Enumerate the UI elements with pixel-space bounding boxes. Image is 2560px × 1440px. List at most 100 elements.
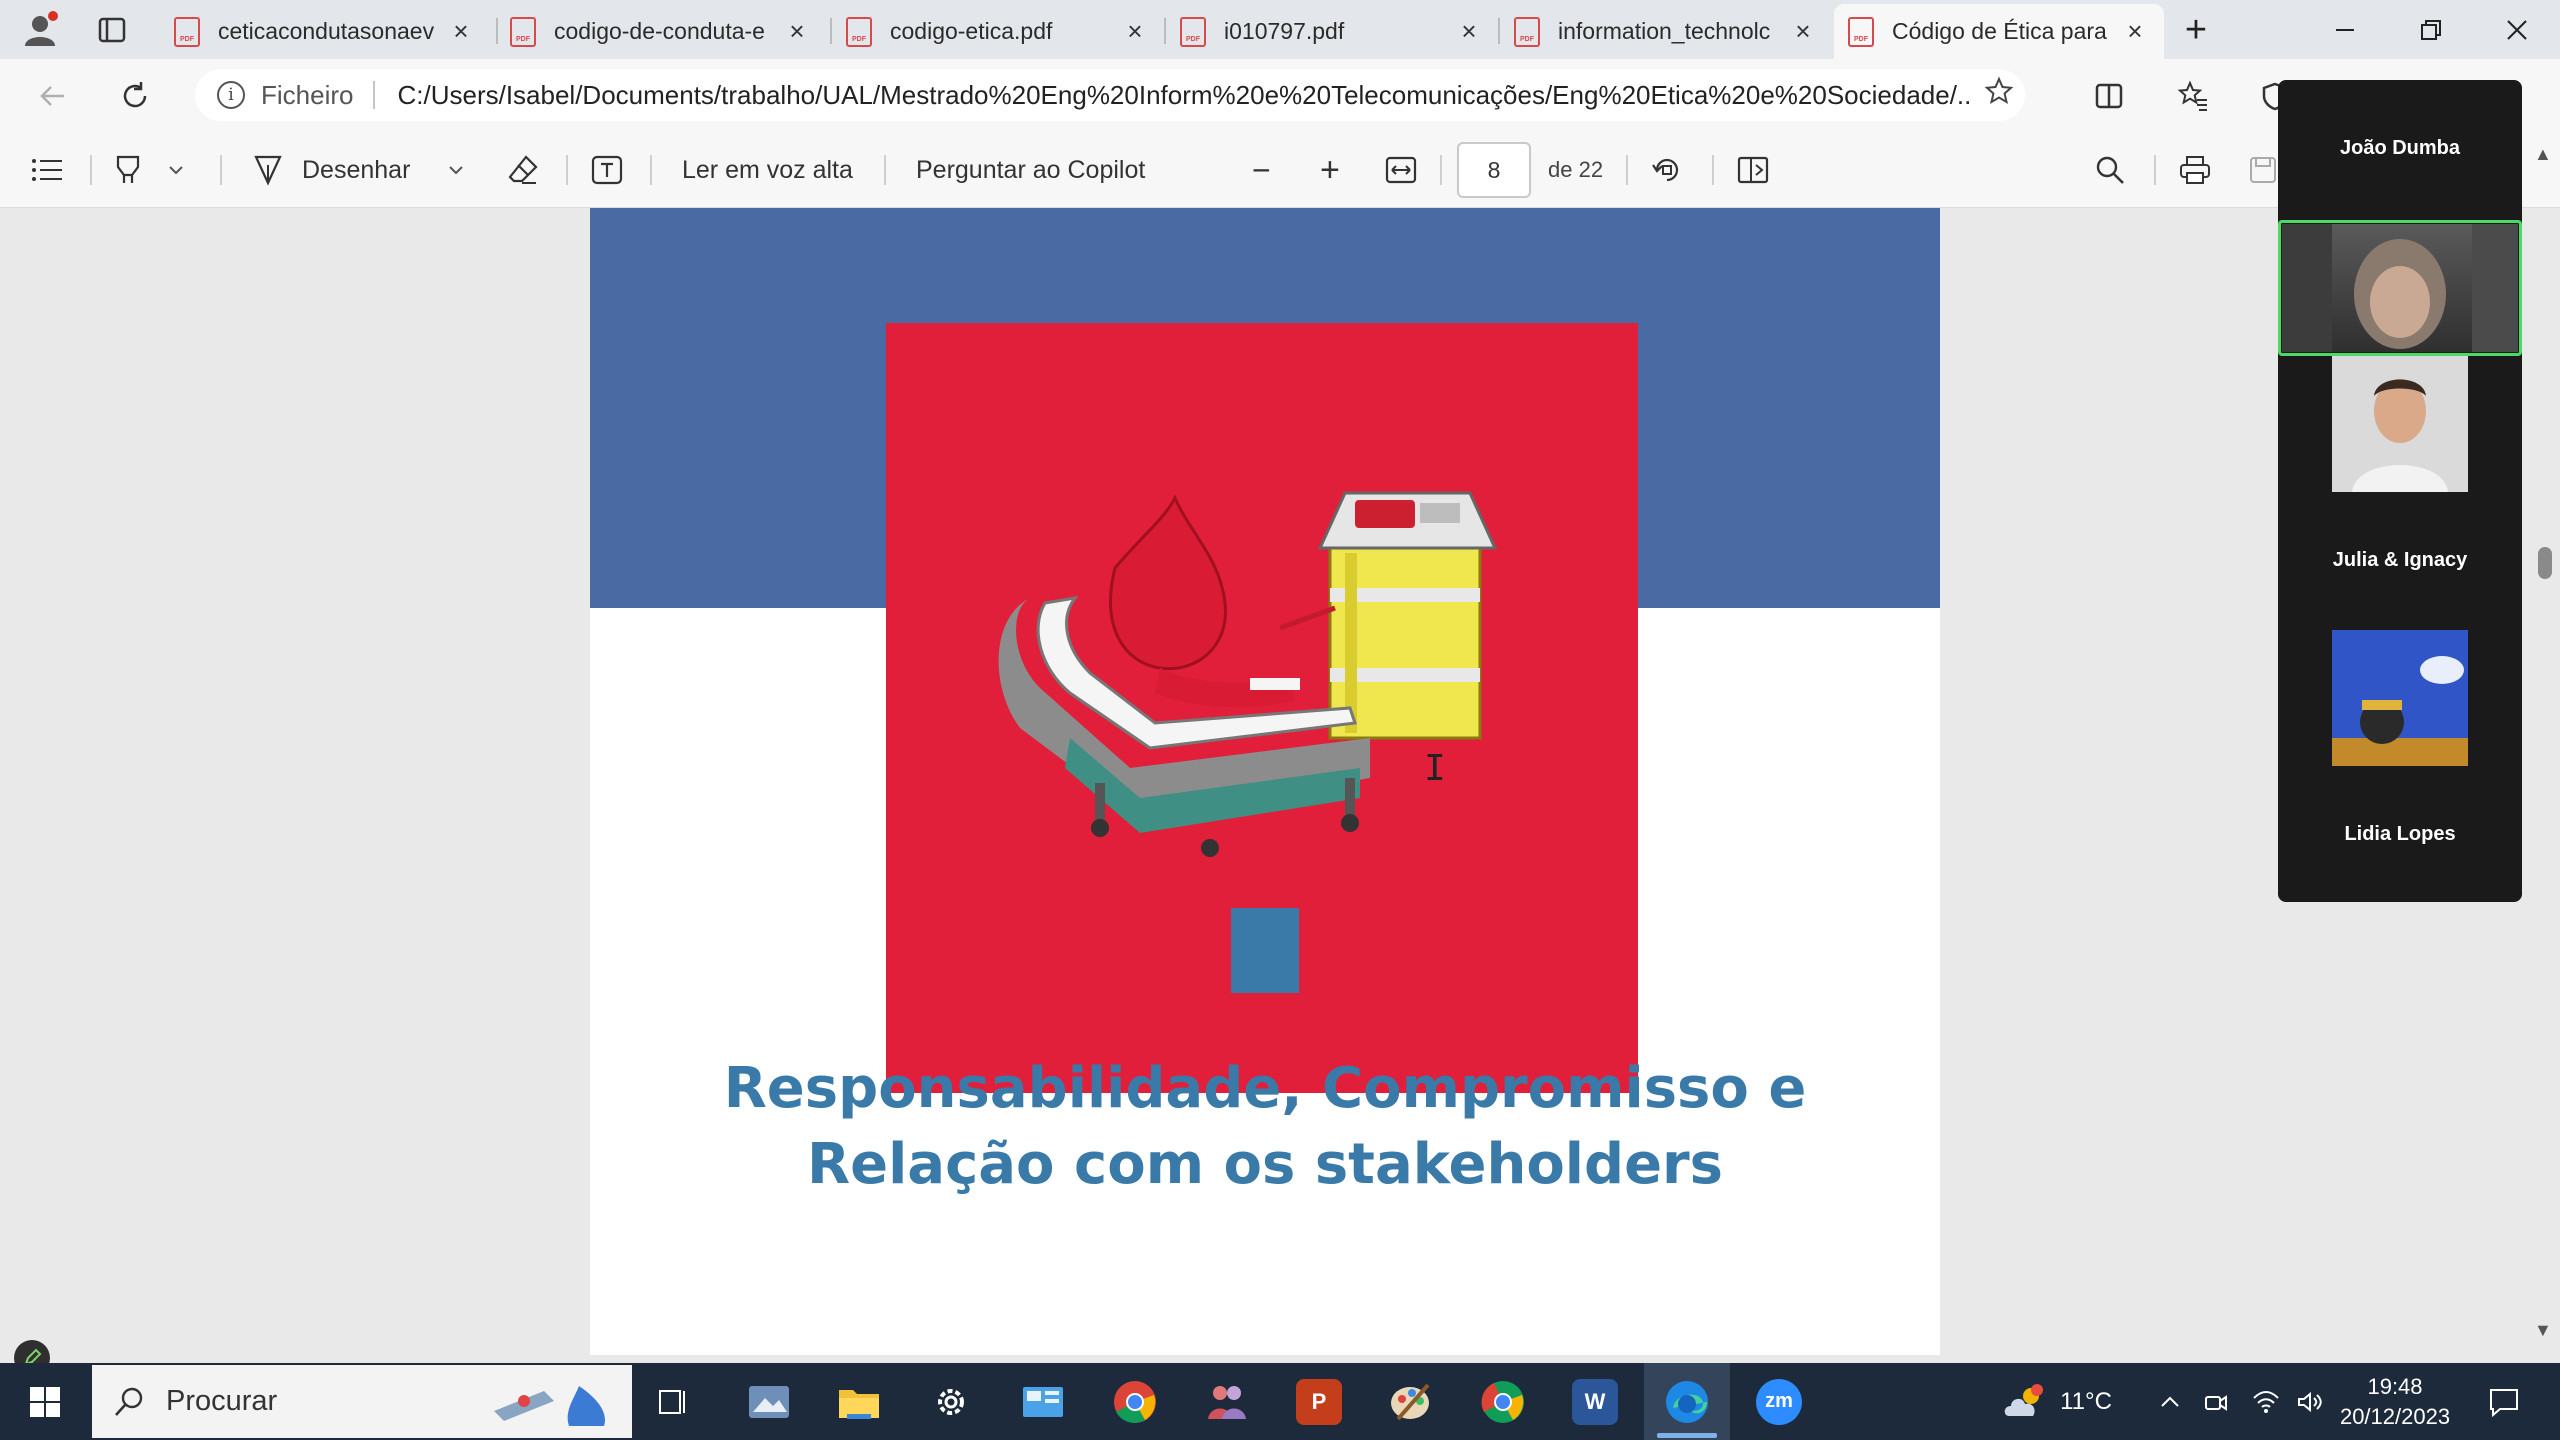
tab-title: codigo-de-conduta-e <box>554 18 765 44</box>
scrollbar-thumb[interactable] <box>2538 547 2552 579</box>
address-bar[interactable]: i Ficheiro C:/Users/Isabel/Documents/tra… <box>195 69 2025 121</box>
scroll-up-icon[interactable]: ▲ <box>2534 144 2552 165</box>
settings-gear-icon[interactable] <box>908 1363 994 1440</box>
minimize-button[interactable] <box>2302 0 2388 59</box>
draw-options-chevron-icon[interactable] <box>446 132 466 208</box>
find-icon[interactable] <box>2094 132 2126 208</box>
temperature-label[interactable]: 11°C <box>2056 1363 2116 1440</box>
volume-icon[interactable] <box>2290 1363 2330 1440</box>
heading-line-2: Relação com os stakeholders <box>806 1132 1723 1197</box>
toolbar-divider <box>1712 155 1714 185</box>
restore-button[interactable] <box>2388 0 2474 59</box>
paint-icon[interactable] <box>1368 1363 1454 1440</box>
participant-tile[interactable]: João Dumba <box>2278 80 2522 216</box>
participant-tile-active-speaker[interactable] <box>2278 220 2522 356</box>
save-icon[interactable] <box>2248 132 2278 208</box>
clock[interactable]: 19:48 20/12/2023 <box>2340 1363 2450 1440</box>
fit-to-width-icon[interactable] <box>1384 132 1418 208</box>
print-icon[interactable] <box>2178 132 2212 208</box>
weather-icon[interactable] <box>1990 1363 2062 1440</box>
taskbar: Procurar P W zm 11°C 19:48 20/12/2023 <box>0 1363 2560 1440</box>
vertical-scrollbar[interactable]: ▲ ▼ <box>2528 132 2560 1363</box>
close-tab-icon[interactable]: × <box>1454 16 1484 47</box>
people-app-icon[interactable] <box>1184 1363 1270 1440</box>
zoom-letters: zm <box>1756 1378 1802 1425</box>
tab-information-technology[interactable]: PDF information_technolc × <box>1500 4 1832 59</box>
page-view-icon[interactable] <box>1736 132 1770 208</box>
close-tab-icon[interactable]: × <box>2120 16 2150 47</box>
zoom-in-button[interactable]: + <box>1320 132 1340 208</box>
page-number-input[interactable]: 8 <box>1457 142 1531 198</box>
draw-label: Desenhar <box>302 155 411 184</box>
task-view-button[interactable] <box>630 1363 716 1440</box>
start-button[interactable] <box>0 1363 90 1440</box>
table-of-contents-icon[interactable] <box>30 132 64 208</box>
active-app-indicator <box>1657 1433 1717 1438</box>
pdf-viewer[interactable]: Responsabilidade, Compromisso e Relação … <box>0 208 2560 1363</box>
highlight-options-chevron-icon[interactable] <box>166 132 186 208</box>
edge-icon[interactable] <box>1644 1363 1730 1440</box>
powerpoint-letter: P <box>1296 1378 1342 1425</box>
chrome-icon[interactable] <box>1092 1363 1178 1440</box>
participant-tile[interactable]: Julia & Ignacy <box>2278 492 2522 628</box>
show-hidden-icons-chevron-icon[interactable] <box>2150 1363 2190 1440</box>
read-aloud-button[interactable]: Ler em voz alta <box>682 132 853 208</box>
highlight-icon[interactable] <box>112 132 146 208</box>
tab-codigo-de-etica-para[interactable]: PDF Código de Ética para × <box>1834 4 2164 59</box>
close-window-button[interactable] <box>2474 0 2560 59</box>
pdf-toolbar: Desenhar Ler em voz alta Perguntar ao Co… <box>0 132 2560 208</box>
eraser-icon[interactable] <box>506 132 540 208</box>
toolbar-divider <box>566 155 568 185</box>
network-wifi-icon[interactable] <box>2246 1363 2286 1440</box>
refresh-button[interactable] <box>110 71 160 121</box>
chrome-profile-icon[interactable] <box>1460 1363 1546 1440</box>
tab-ceticacondutasonaev[interactable]: PDF ceticacondutasonaev × <box>160 4 490 59</box>
meet-now-icon[interactable] <box>2196 1363 2236 1440</box>
toolbar-divider <box>650 155 652 185</box>
word-icon[interactable]: W <box>1552 1363 1638 1440</box>
new-tab-button[interactable]: + <box>2172 6 2220 54</box>
draw-button[interactable]: Desenhar <box>252 132 410 208</box>
close-tab-icon[interactable]: × <box>446 16 476 47</box>
close-tab-icon[interactable]: × <box>782 16 812 47</box>
pdf-page: Responsabilidade, Compromisso e Relação … <box>590 208 1940 1355</box>
photos-app-icon[interactable] <box>726 1363 812 1440</box>
participant-tile[interactable]: Lidia Lopes <box>2278 766 2522 902</box>
edge-active-button <box>1644 1363 1730 1440</box>
favorite-star-icon[interactable] <box>1973 76 2025 114</box>
url-text[interactable]: C:/Users/Isabel/Documents/trabalho/UAL/M… <box>397 80 1973 111</box>
file-explorer-icon[interactable] <box>816 1363 902 1440</box>
tab-actions-icon[interactable] <box>88 6 136 54</box>
notifications-icon[interactable] <box>2476 1363 2532 1440</box>
pdf-file-icon: PDF <box>174 16 200 47</box>
tab-i010797[interactable]: PDF i010797.pdf × <box>1166 4 1498 59</box>
tab-codigo-etica[interactable]: PDF codigo-etica.pdf × <box>832 4 1164 59</box>
tab-codigo-de-conduta[interactable]: PDF codigo-de-conduta-e × <box>496 4 826 59</box>
ask-copilot-button[interactable]: Perguntar ao Copilot <box>916 132 1145 208</box>
favorites-icon[interactable] <box>2168 71 2218 121</box>
profile-icon[interactable] <box>16 6 64 54</box>
powerpoint-icon[interactable]: P <box>1276 1363 1362 1440</box>
close-tab-icon[interactable]: × <box>1788 16 1818 47</box>
tab-title: information_technolc <box>1558 18 1771 44</box>
site-info-icon[interactable]: i <box>217 81 245 109</box>
control-panel-icon[interactable] <box>1000 1363 1086 1440</box>
scroll-down-icon[interactable]: ▼ <box>2534 1320 2552 1341</box>
participant-tile[interactable] <box>2278 630 2522 766</box>
participant-video <box>2282 224 2518 352</box>
toolbar-divider <box>884 155 886 185</box>
zoom-out-button[interactable]: − <box>1252 132 1271 208</box>
rotate-icon[interactable] <box>1650 132 1684 208</box>
close-tab-icon[interactable]: × <box>1120 16 1150 47</box>
tab-title: Código de Ética para <box>1892 18 2107 44</box>
page-heading: Responsabilidade, Compromisso e Relação … <box>590 1051 1940 1203</box>
participant-tile[interactable] <box>2278 356 2522 492</box>
participant-name: João Dumba <box>2339 136 2461 159</box>
taskbar-search[interactable]: Procurar <box>92 1365 632 1438</box>
tab-title: codigo-etica.pdf <box>890 18 1053 44</box>
split-screen-icon[interactable] <box>2084 71 2134 121</box>
back-button[interactable] <box>28 71 78 121</box>
add-text-icon[interactable] <box>590 132 624 208</box>
participant-name: Lidia Lopes <box>2344 822 2456 845</box>
zoom-app-icon[interactable]: zm <box>1736 1363 1822 1440</box>
